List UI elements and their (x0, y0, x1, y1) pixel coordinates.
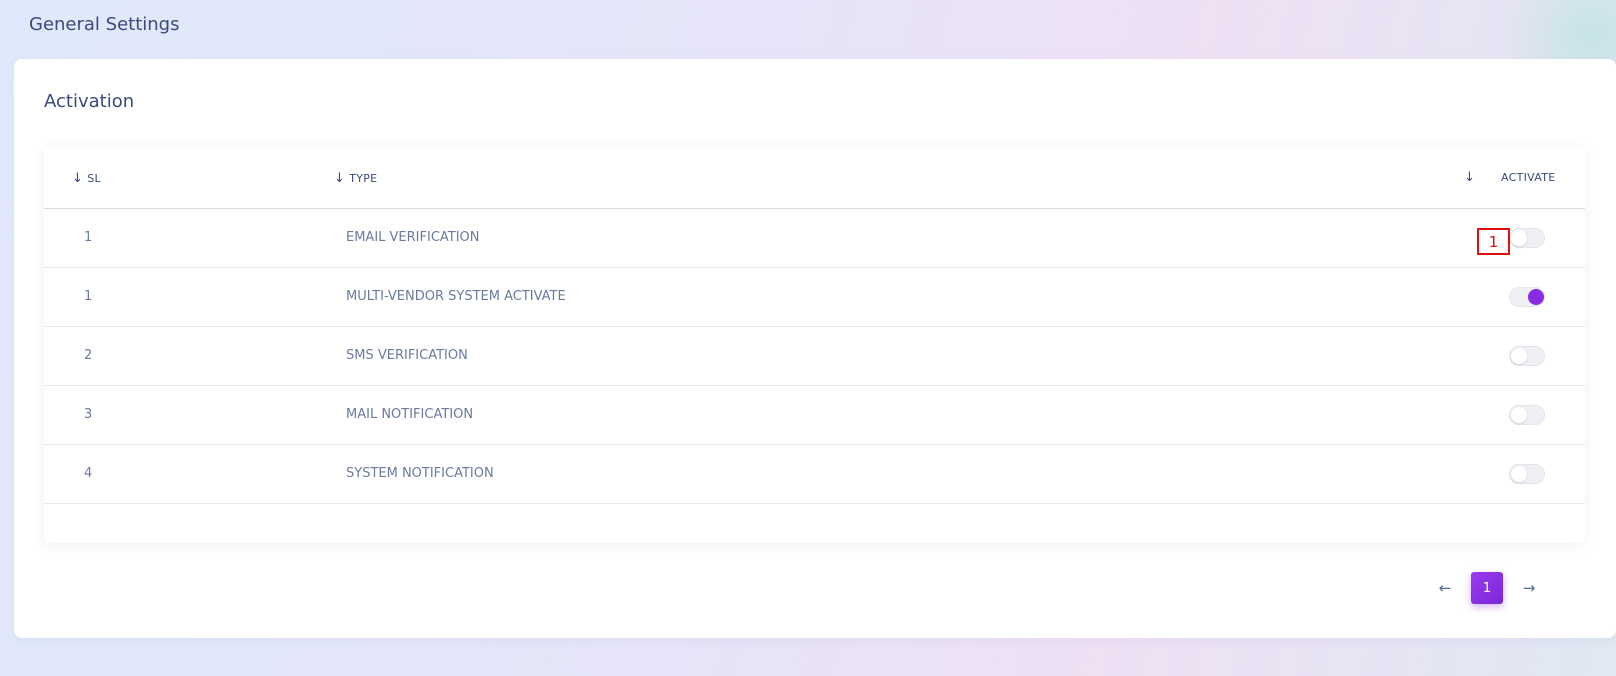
cell-type: EMAIL VERIFICATION (346, 230, 480, 245)
sort-down-icon[interactable]: ↓ (1464, 170, 1475, 185)
cell-sl: 4 (84, 466, 93, 481)
page-button-current[interactable]: 1 (1471, 572, 1503, 604)
toggle-knob (1528, 289, 1544, 305)
cell-type: SYSTEM NOTIFICATION (346, 466, 494, 481)
table-row: 2 SMS VERIFICATION (44, 327, 1585, 386)
column-header-type[interactable]: ↓ TYPE (334, 171, 377, 186)
system-notification-toggle[interactable] (1509, 464, 1545, 484)
cell-type: MULTI-VENDOR SYSTEM ACTIVATE (346, 289, 566, 304)
settings-card: Activation ↓ SL ↓ TYPE ↓ ACTIVATE 1 EMAI… (14, 59, 1616, 638)
mail-notification-toggle[interactable] (1509, 405, 1545, 425)
pagination: ← 1 → (1431, 572, 1543, 604)
toggle-knob (1511, 230, 1527, 246)
annotation-marker: 1 (1477, 228, 1510, 255)
cell-sl: 2 (84, 348, 93, 363)
cell-type: SMS VERIFICATION (346, 348, 468, 363)
table-row: 1 MULTI-VENDOR SYSTEM ACTIVATE (44, 268, 1585, 327)
column-header-label: SL (87, 172, 101, 185)
sms-verification-toggle[interactable] (1509, 346, 1545, 366)
sort-down-icon: ↓ (72, 171, 84, 186)
table-row: 4 SYSTEM NOTIFICATION (44, 445, 1585, 504)
column-header-label: ACTIVATE (1501, 171, 1556, 184)
page-title: General Settings (29, 14, 180, 35)
column-header-label: TYPE (349, 172, 378, 185)
cell-sl: 1 (84, 289, 93, 304)
table-row: 3 MAIL NOTIFICATION (44, 386, 1585, 445)
toggle-knob (1511, 407, 1527, 423)
multi-vendor-toggle[interactable] (1509, 287, 1545, 307)
activation-table: ↓ SL ↓ TYPE ↓ ACTIVATE 1 EMAIL VERIFICAT… (44, 147, 1585, 543)
column-header-activate[interactable]: ACTIVATE (1501, 171, 1556, 184)
cell-sl: 3 (84, 407, 93, 422)
cell-sl: 1 (84, 230, 93, 245)
arrow-right-icon[interactable]: → (1515, 572, 1543, 604)
table-row: 1 EMAIL VERIFICATION 1 (44, 209, 1585, 268)
column-header-sl[interactable]: ↓ SL (72, 171, 101, 186)
sort-down-icon: ↓ (334, 171, 346, 186)
toggle-knob (1511, 466, 1527, 482)
email-verification-toggle[interactable] (1509, 228, 1545, 248)
arrow-left-icon[interactable]: ← (1431, 572, 1459, 604)
section-title: Activation (44, 91, 135, 112)
toggle-knob (1511, 348, 1527, 364)
cell-type: MAIL NOTIFICATION (346, 407, 474, 422)
table-header: ↓ SL ↓ TYPE ↓ ACTIVATE (44, 147, 1585, 209)
